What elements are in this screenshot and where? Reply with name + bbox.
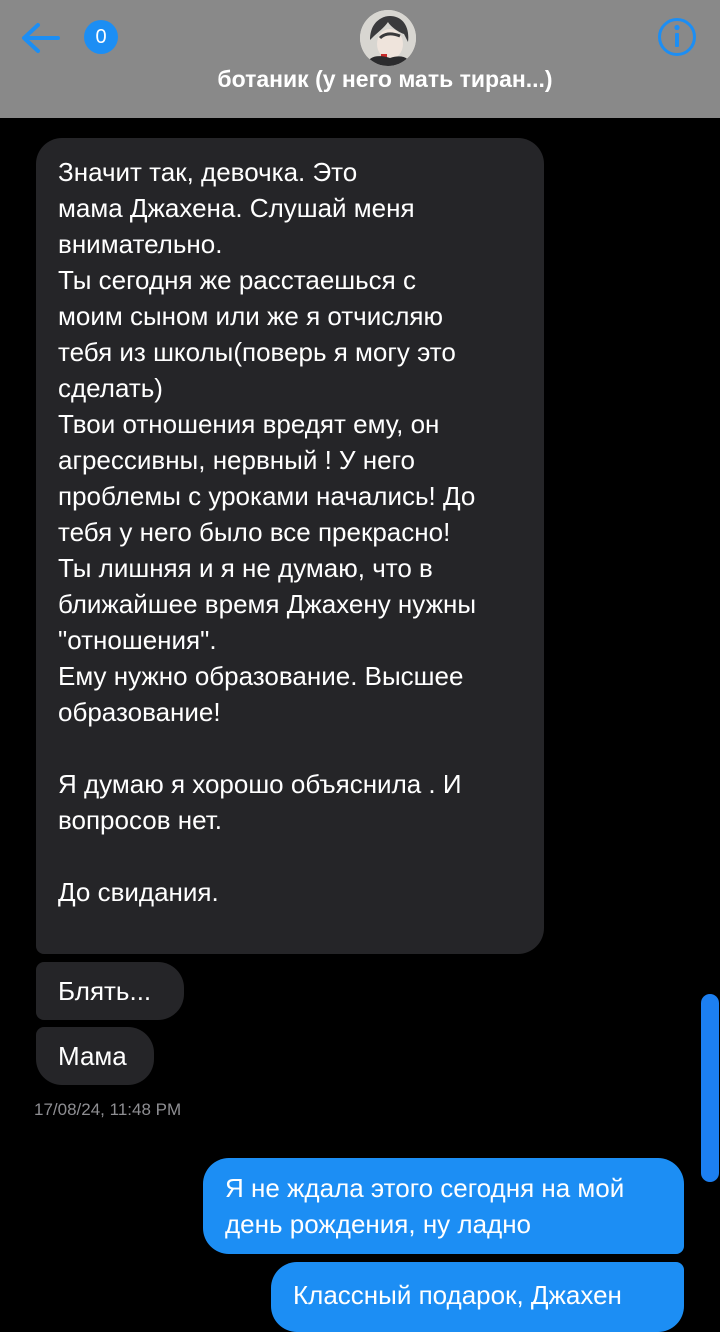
incoming-message-bubble[interactable]: Мама [36,1027,154,1085]
info-icon[interactable] [656,16,698,58]
chat-header: 0 ботаник (у него мать тиран...) [0,0,720,118]
back-arrow-icon[interactable] [18,18,62,58]
message-text: Значит так, девочка. Это мама Джахена. С… [58,157,477,907]
message-timestamp: 17/08/24, 11:48 PM [34,1100,182,1119]
incoming-message-bubble[interactable]: Блять... [36,962,184,1020]
incoming-message-bubble[interactable]: Значит так, девочка. Это мама Джахена. С… [36,138,544,954]
outgoing-message-bubble[interactable]: Классный подарок, Джахен [271,1262,684,1332]
message-text: Блять... [58,976,152,1006]
chat-title[interactable]: ботаник (у него мать тиран...) [0,66,720,93]
message-text: Мама [58,1041,127,1071]
outgoing-message-bubble[interactable]: Я не ждала этого сегодня на мой день рож… [203,1158,684,1254]
scrollbar-thumb[interactable] [701,994,719,1182]
message-text: Я не ждала этого сегодня на мой день рож… [225,1173,625,1239]
unread-count-badge[interactable]: 0 [84,20,118,54]
contact-avatar[interactable] [360,10,416,66]
message-text: Классный подарок, Джахен [293,1280,622,1310]
avatar-image-icon [360,10,416,66]
